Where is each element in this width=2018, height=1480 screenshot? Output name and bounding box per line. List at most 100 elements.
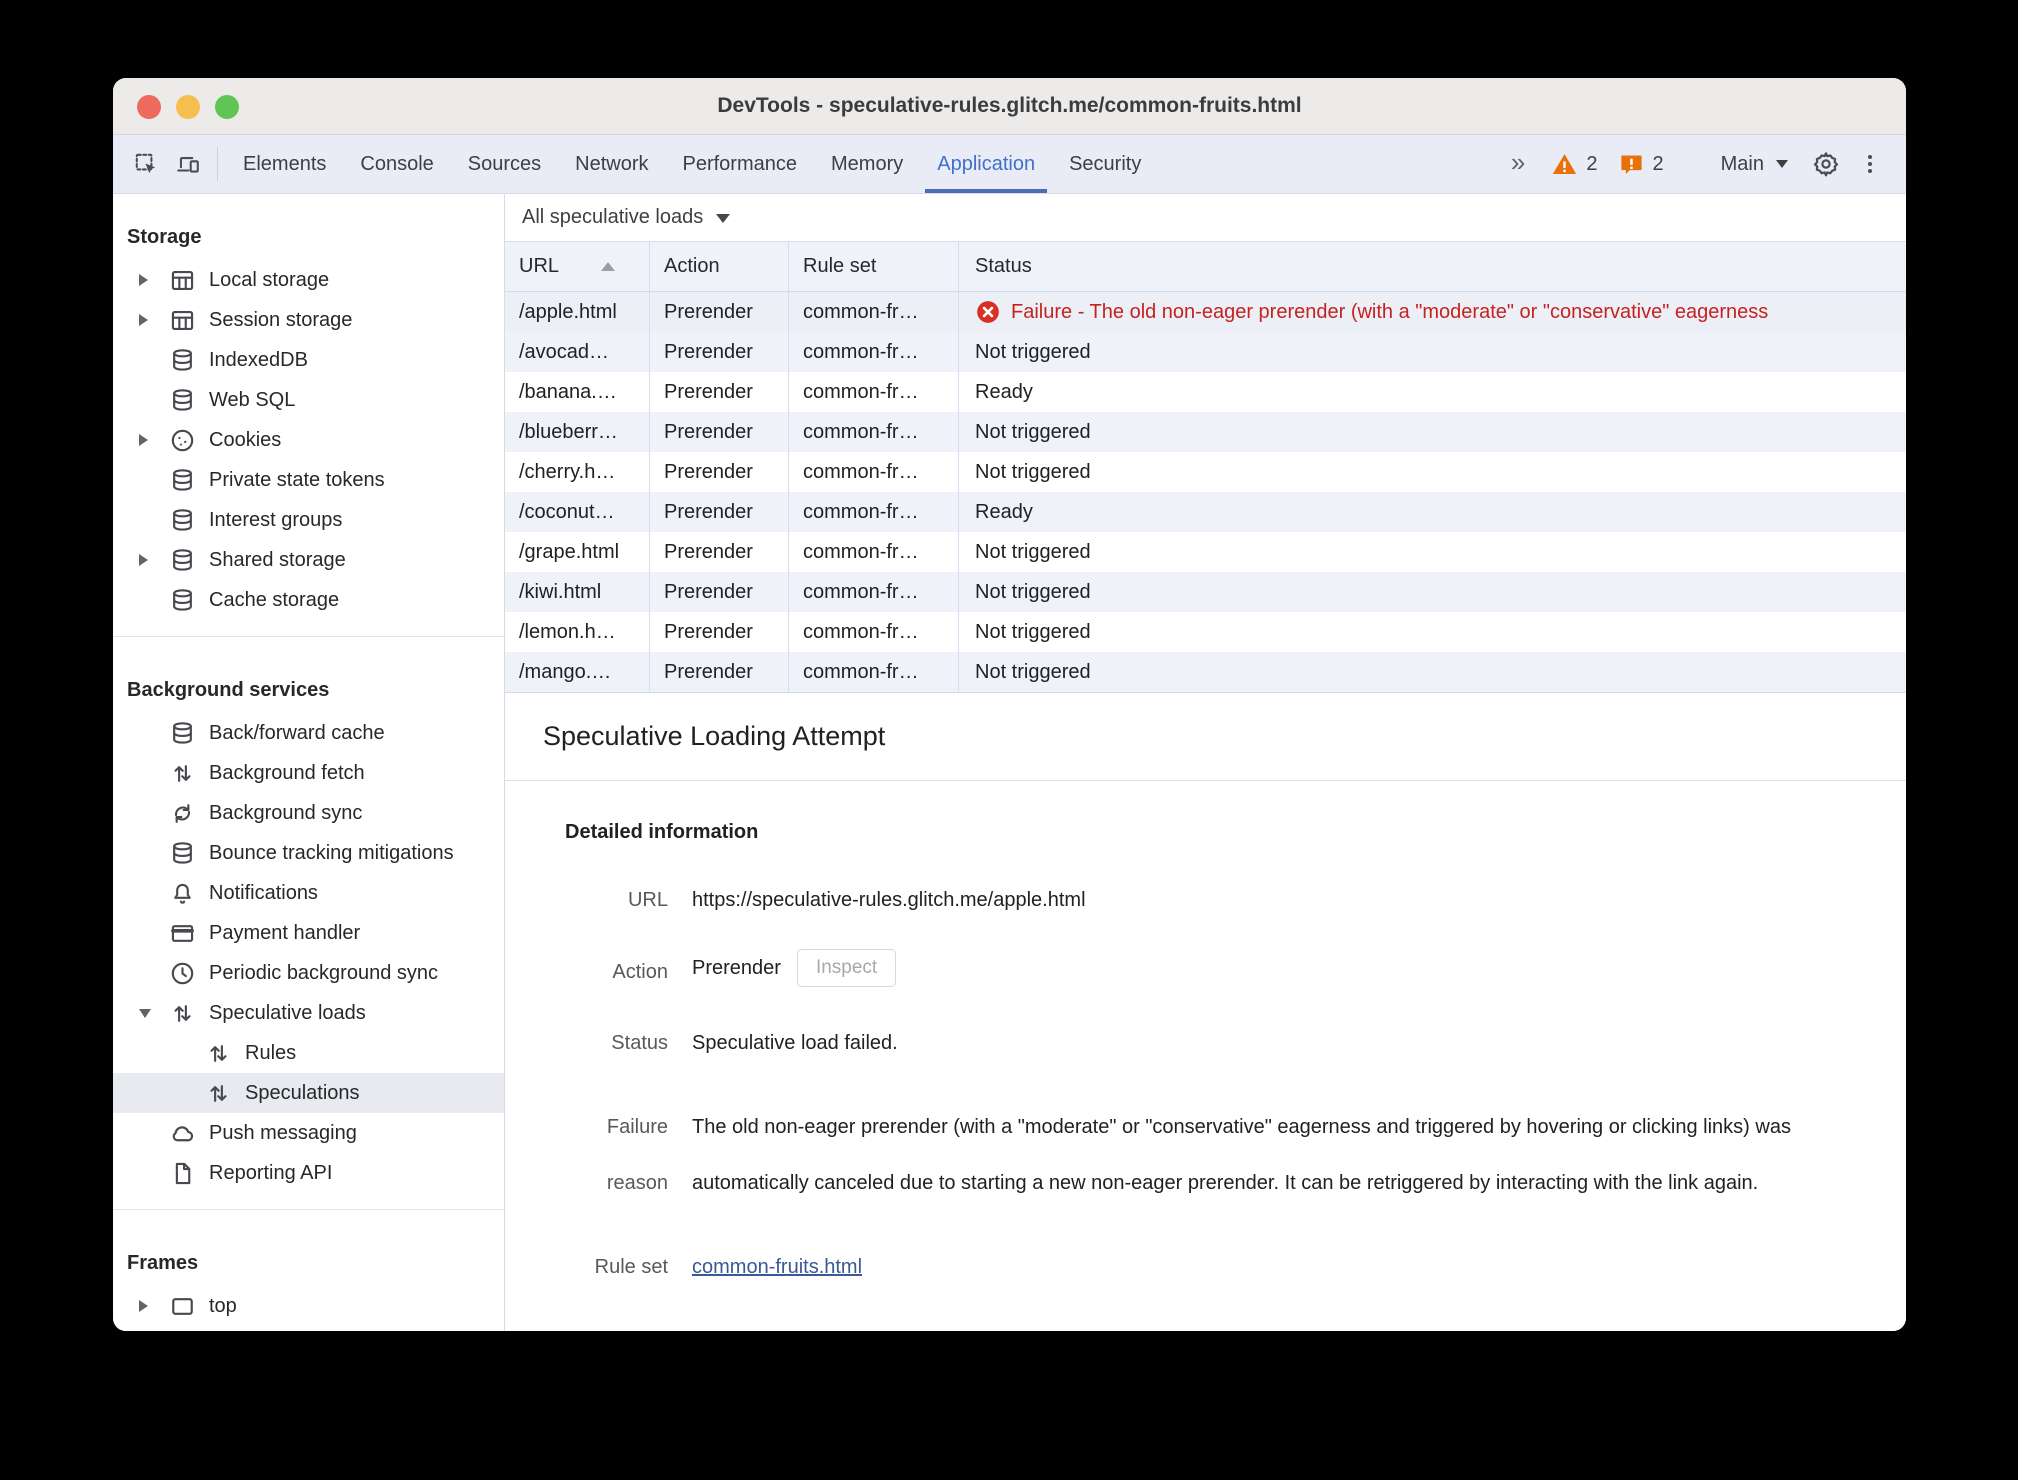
sidebar-item-reporting-api[interactable]: Reporting API bbox=[113, 1153, 504, 1193]
warnings-count: 2 bbox=[1586, 152, 1598, 175]
tab-security[interactable]: Security bbox=[1052, 135, 1158, 193]
sidebar-item-periodic-background-sync[interactable]: Periodic background sync bbox=[113, 953, 504, 993]
tab-application[interactable]: Application bbox=[920, 135, 1052, 193]
table-row[interactable]: /cherry.h… Prerender common-fr… Not trigger… bbox=[505, 452, 1906, 492]
sidebar-item-private-state-tokens[interactable]: Private state tokens bbox=[113, 460, 504, 500]
updown-icon bbox=[169, 760, 196, 787]
sidebar-item-web-sql[interactable]: Web SQL bbox=[113, 380, 504, 420]
detail-pane: Detailed information URL https://specula… bbox=[505, 781, 1906, 1331]
sidebar-item-rules[interactable]: Rules bbox=[113, 1033, 504, 1073]
zoom-window-button[interactable] bbox=[215, 95, 239, 119]
url-cell: /grape.html bbox=[505, 532, 650, 572]
chevron-right-icon[interactable] bbox=[139, 554, 169, 566]
column-header-rule-set[interactable]: Rule set bbox=[789, 242, 959, 291]
sidebar-section-title: Background services bbox=[127, 679, 330, 701]
cookie-icon bbox=[169, 427, 196, 454]
chevron-down-icon[interactable] bbox=[716, 214, 731, 223]
table-row[interactable]: /banana.… Prerender common-fr… Ready bbox=[505, 372, 1906, 412]
table-row[interactable]: /coconut… Prerender common-fr… Ready bbox=[505, 492, 1906, 532]
column-header-status[interactable]: Status bbox=[959, 242, 1906, 291]
table-row[interactable]: /avocad… Prerender common-fr… Not triggered bbox=[505, 332, 1906, 372]
column-header-url[interactable]: URL bbox=[505, 242, 650, 291]
rule-set-link[interactable]: common-fruits.html bbox=[692, 1256, 862, 1278]
updown-icon bbox=[205, 1080, 232, 1107]
cloud-icon bbox=[169, 1120, 196, 1147]
status-cell: Not triggered bbox=[959, 652, 1906, 692]
close-window-button[interactable] bbox=[137, 95, 161, 119]
sidebar-item-label: Cookies bbox=[209, 428, 282, 451]
sidebar-item-indexeddb[interactable]: IndexedDB bbox=[113, 340, 504, 380]
tab-performance[interactable]: Performance bbox=[666, 135, 815, 193]
chevron-right-icon[interactable] bbox=[139, 274, 169, 286]
chevron-down-icon[interactable] bbox=[139, 1008, 169, 1018]
sidebar-item-label: top bbox=[209, 1294, 237, 1317]
sidebar-item-label: Shared storage bbox=[209, 548, 346, 571]
table-row[interactable]: /lemon.h… Prerender common-fr… Not triggere… bbox=[505, 612, 1906, 652]
content-area: Storage Local storage Session storage Index… bbox=[113, 194, 1906, 1331]
table-icon bbox=[169, 307, 196, 334]
tab-memory[interactable]: Memory bbox=[814, 135, 920, 193]
speculative-loads-filter[interactable]: All speculative loads bbox=[522, 206, 703, 229]
sidebar-item-label: Bounce tracking mitigations bbox=[209, 841, 454, 864]
detail-row-failure-reason: Failure reason The old non-eager prerend… bbox=[543, 1099, 1906, 1211]
chevron-right-icon[interactable] bbox=[139, 434, 169, 446]
table-row[interactable]: /apple.html Prerender common-fr… Failure - … bbox=[505, 292, 1906, 332]
chevron-right-icon[interactable] bbox=[139, 314, 169, 326]
minimize-window-button[interactable] bbox=[176, 95, 200, 119]
column-header-action[interactable]: Action bbox=[650, 242, 789, 291]
sidebar-item-local-storage[interactable]: Local storage bbox=[113, 260, 504, 300]
issues-badge[interactable]: 2 bbox=[1618, 151, 1664, 178]
table-icon bbox=[169, 267, 196, 294]
sidebar-item-back-forward-cache[interactable]: Back/forward cache bbox=[113, 713, 504, 753]
panel-tabs: Elements Console Sources Network Performance… bbox=[226, 135, 1158, 193]
table-row[interactable]: /kiwi.html Prerender common-fr… Not trigger… bbox=[505, 572, 1906, 612]
sidebar-item-session-storage[interactable]: Session storage bbox=[113, 300, 504, 340]
sidebar-item-speculative-loads[interactable]: Speculative loads bbox=[113, 993, 504, 1033]
more-tabs-icon[interactable]: » bbox=[1505, 147, 1551, 182]
detail-pane-title: Speculative Loading Attempt bbox=[505, 693, 1906, 781]
status-cell: Not triggered bbox=[959, 572, 1906, 612]
sidebar-item-label: Speculative loads bbox=[209, 1001, 366, 1024]
chevron-right-icon[interactable] bbox=[139, 1300, 169, 1312]
status-text: Not triggered bbox=[975, 660, 1091, 683]
status-text: Not triggered bbox=[975, 420, 1091, 443]
sidebar-item-label: Push messaging bbox=[209, 1121, 357, 1144]
sidebar-item-bounce-tracking-mitigations[interactable]: Bounce tracking mitigations bbox=[113, 833, 504, 873]
sidebar-item-speculations[interactable]: Speculations bbox=[113, 1073, 504, 1113]
devtools-window: DevTools - speculative-rules.glitch.me/c… bbox=[113, 78, 1906, 1331]
target-selector[interactable]: Main bbox=[1701, 153, 1804, 176]
table-row[interactable]: /blueberr… Prerender common-fr… Not trigger… bbox=[505, 412, 1906, 452]
tab-network[interactable]: Network bbox=[558, 135, 665, 193]
rule-set-cell: common-fr… bbox=[789, 412, 959, 452]
device-toolbar-icon[interactable] bbox=[167, 135, 209, 193]
database-icon bbox=[169, 347, 196, 374]
settings-gear-icon[interactable] bbox=[1804, 150, 1848, 178]
rule-set-cell: common-fr… bbox=[789, 492, 959, 532]
sidebar-item-background-fetch[interactable]: Background fetch bbox=[113, 753, 504, 793]
warnings-badge[interactable]: 2 bbox=[1551, 151, 1598, 178]
action-cell: Prerender bbox=[650, 532, 789, 572]
sidebar-item-cache-storage[interactable]: Cache storage bbox=[113, 580, 504, 620]
sidebar-item-push-messaging[interactable]: Push messaging bbox=[113, 1113, 504, 1153]
tab-sources[interactable]: Sources bbox=[451, 135, 558, 193]
url-cell: /apple.html bbox=[505, 292, 650, 332]
detail-row-url: URL https://speculative-rules.glitch.me/… bbox=[543, 886, 1906, 914]
tab-elements[interactable]: Elements bbox=[226, 135, 343, 193]
tab-console[interactable]: Console bbox=[343, 135, 450, 193]
table-row[interactable]: /mango.… Prerender common-fr… Not triggered bbox=[505, 652, 1906, 692]
more-options-icon[interactable] bbox=[1848, 152, 1892, 176]
sidebar-item-interest-groups[interactable]: Interest groups bbox=[113, 500, 504, 540]
sidebar-item-cookies[interactable]: Cookies bbox=[113, 420, 504, 460]
inspect-element-icon[interactable] bbox=[125, 135, 167, 193]
table-row[interactable]: /grape.html Prerender common-fr… Not trigge… bbox=[505, 532, 1906, 572]
sidebar-item-background-sync[interactable]: Background sync bbox=[113, 793, 504, 833]
sidebar-item-payment-handler[interactable]: Payment handler bbox=[113, 913, 504, 953]
sidebar-item-top[interactable]: top bbox=[113, 1286, 504, 1326]
action-cell: Prerender bbox=[650, 612, 789, 652]
rule-set-cell: common-fr… bbox=[789, 332, 959, 372]
sidebar-item-shared-storage[interactable]: Shared storage bbox=[113, 540, 504, 580]
database-icon bbox=[169, 507, 196, 534]
inspect-button[interactable]: Inspect bbox=[796, 949, 897, 987]
sidebar-item-notifications[interactable]: Notifications bbox=[113, 873, 504, 913]
status-text: Not triggered bbox=[975, 340, 1091, 363]
